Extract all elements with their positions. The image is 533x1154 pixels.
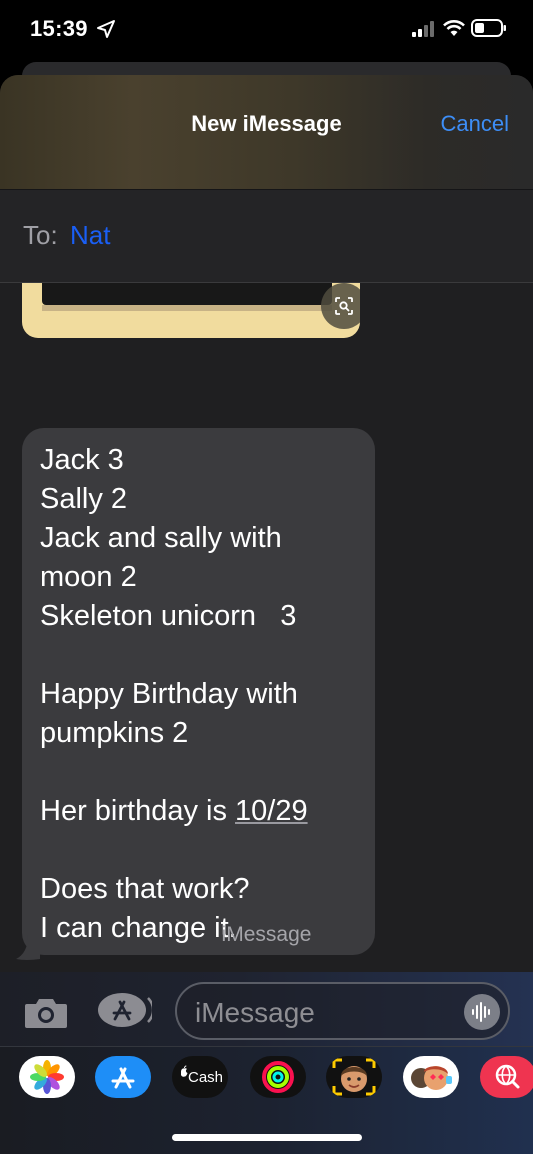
imessage-app-drawer: Cash <box>0 1046 533 1154</box>
globe-search-icon <box>495 1064 520 1089</box>
waveform-icon <box>472 1002 490 1022</box>
visual-lookup-button[interactable] <box>321 283 360 329</box>
memoji-face-icon <box>332 1058 376 1096</box>
visual-lookup-icon <box>335 297 353 315</box>
service-label: iMessage <box>221 923 312 946</box>
image-content-edge <box>42 305 332 311</box>
wifi-icon <box>443 20 465 36</box>
message-text-line: Skeleton unicorn 3 <box>40 600 297 632</box>
activity-rings-icon <box>262 1061 294 1093</box>
cellular-signal-icon <box>412 21 434 37</box>
home-indicator[interactable] <box>172 1134 362 1141</box>
date-link[interactable]: 10/29 <box>235 795 308 827</box>
web-search-icon[interactable] <box>480 1056 533 1098</box>
message-input-placeholder: iMessage <box>195 997 315 1028</box>
message-text-line: Jack 3 <box>40 444 124 476</box>
to-label: To: <box>23 220 58 250</box>
memoji-stickers-icon[interactable] <box>403 1056 459 1098</box>
battery-icon <box>471 19 506 37</box>
nav-bar: New iMessage Cancel <box>0 75 533 189</box>
divider <box>0 1046 533 1047</box>
message-text-line: Does that work? <box>40 873 250 905</box>
message-text-line: Jack and sally with <box>40 522 282 554</box>
status-time: 15:39 <box>30 16 88 41</box>
apple-cash-label: Cash <box>188 1069 223 1086</box>
image-attachment[interactable] <box>22 283 360 338</box>
composer-bar: iMessage <box>0 972 533 1046</box>
recipient-field[interactable]: To: Nat <box>0 189 533 283</box>
memoji-stickers-faces-icon <box>411 1066 452 1090</box>
status-bar: 15:39 <box>0 0 533 62</box>
message-text-line: pumpkins 2 <box>40 717 189 749</box>
location-arrow-icon <box>97 20 115 38</box>
app-store-drawer-icon[interactable] <box>95 1056 151 1098</box>
message-text-line: moon 2 <box>40 561 137 593</box>
message-text: Her birthday is <box>40 795 236 827</box>
app-store-glyph-icon <box>111 1067 135 1089</box>
message-text-line: Her birthday is 10/29 <box>40 792 308 831</box>
apple-cash-icon[interactable]: Cash <box>172 1056 228 1098</box>
message-thread[interactable]: Jack 3 Sally 2 Jack and sally with moon … <box>0 283 533 973</box>
apple-logo-icon: Cash <box>181 1065 223 1086</box>
memoji-icon[interactable] <box>326 1056 382 1098</box>
app-store-icon[interactable] <box>98 992 152 1028</box>
message-text-line: Happy Birthday with <box>40 678 298 710</box>
photos-icon <box>30 1060 64 1094</box>
activity-icon[interactable] <box>250 1056 306 1098</box>
photos-app-icon[interactable] <box>19 1056 75 1098</box>
recipient-name[interactable]: Nat <box>70 220 110 251</box>
camera-icon[interactable] <box>23 994 69 1030</box>
cancel-button[interactable]: Cancel <box>441 111 509 137</box>
message-text-line: Sally 2 <box>40 483 128 515</box>
message-input[interactable]: iMessage <box>175 982 510 1040</box>
image-content <box>42 283 332 305</box>
dictation-button[interactable] <box>464 994 500 1030</box>
